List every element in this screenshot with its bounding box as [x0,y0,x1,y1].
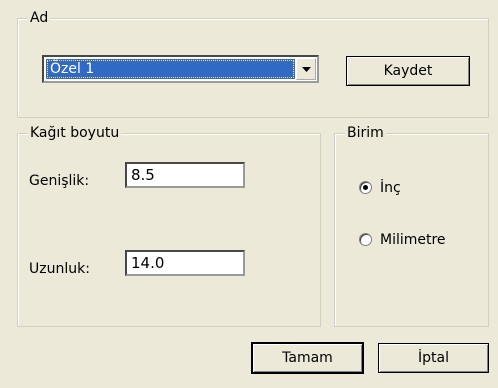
unit-group-title: Birim [345,124,386,142]
ok-button-label: Tamam [282,350,333,366]
paper-size-group-title: Kağıt boyutu [28,124,122,142]
radio-dot [363,185,368,190]
unit-option-millimeter-label: Milimetre [380,232,446,248]
dropdown-button[interactable] [296,58,316,80]
radio-selected[interactable] [359,181,372,194]
width-input[interactable]: 8.5 [125,162,245,188]
chevron-down-icon [301,66,311,72]
cancel-button[interactable]: İptal [378,343,489,373]
save-button-label: Kaydet [383,63,433,79]
name-select[interactable]: Özel 1 [42,55,319,83]
unit-option-inch[interactable]: İnç [359,178,459,198]
cancel-button-label: İptal [418,350,449,366]
height-label: Uzunluk: [29,261,90,277]
ok-button[interactable]: Tamam [252,343,363,373]
unit-option-millimeter[interactable]: Milimetre [359,230,479,250]
height-input[interactable]: 14.0 [125,250,245,276]
save-button[interactable]: Kaydet [346,56,470,86]
radio-unselected[interactable] [359,233,372,246]
name-group-title: Ad [28,9,51,27]
name-select-value: Özel 1 [46,59,295,79]
unit-option-inch-label: İnç [380,180,401,196]
width-label: Genişlik: [29,173,90,189]
